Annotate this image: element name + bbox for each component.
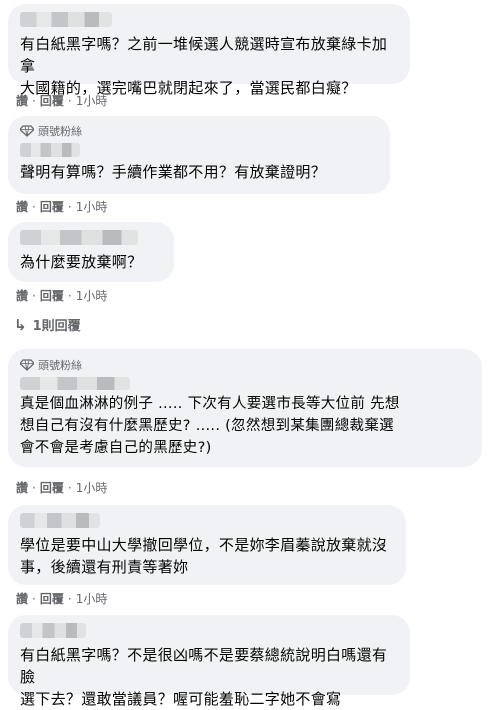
reply-button[interactable]: 回覆: [40, 590, 64, 607]
reply-button[interactable]: 回覆: [40, 287, 64, 304]
comment-bubble: 頭號粉絲 真是個血淋淋的例子 ..... 下次有人要選市長等大位前 先想 想自己…: [8, 349, 482, 467]
comment-bubble: 有白紙黑字嗎？不是很凶嗎不是要蔡總統說明白嗎還有臉 選下去？還敢當議員？喔可能羞…: [8, 615, 410, 708]
like-button[interactable]: 讚: [16, 92, 28, 109]
diamond-icon: [20, 359, 34, 371]
comment-actions: 讚 · 回覆 · 1小時: [16, 479, 108, 496]
comment-text: 有白紙黑字嗎？之前一堆候選人競選時宣布放棄綠卡加拿 大國籍的，選完嘴巴就閉起來了…: [20, 35, 388, 97]
commenter-name-blurred[interactable]: [20, 377, 130, 390]
comment-timestamp[interactable]: 1小時: [76, 92, 108, 109]
comment-text: 學位是要中山大學撤回學位，不是妳李眉蓁說放棄就沒 事，後續還有刑責等著妳: [20, 536, 388, 576]
comment-text: 聲明有算嗎？手續作業都不用？有放棄證明？: [20, 163, 327, 181]
reply-arrow-icon: ↳: [14, 315, 27, 334]
top-fan-badge: 頭號粉絲: [20, 123, 378, 139]
commenter-name-blurred[interactable]: [20, 623, 86, 638]
comment-timestamp[interactable]: 1小時: [76, 198, 108, 215]
comment-actions: 讚 · 回覆 · 1小時: [16, 287, 108, 304]
comment-text: 為什麼要放棄啊？: [20, 253, 143, 271]
reply-button[interactable]: 回覆: [40, 92, 64, 109]
like-button[interactable]: 讚: [16, 198, 28, 215]
view-replies-link[interactable]: ↳ 1則回覆: [14, 315, 81, 335]
reply-button[interactable]: 回覆: [40, 198, 64, 215]
top-fan-badge: 頭號粉絲: [20, 357, 470, 373]
reply-button[interactable]: 回覆: [40, 479, 64, 496]
like-button[interactable]: 讚: [16, 479, 28, 496]
comment-bubble: 學位是要中山大學撤回學位，不是妳李眉蓁說放棄就沒 事，後續還有刑責等著妳: [8, 505, 406, 585]
comment-timestamp[interactable]: 1小時: [76, 287, 108, 304]
comment-actions: 讚 · 回覆 · 1小時: [16, 198, 108, 215]
commenter-name-blurred[interactable]: [20, 230, 138, 245]
comment-timestamp[interactable]: 1小時: [76, 479, 108, 496]
comment-actions: 讚 · 回覆 · 1小時: [16, 590, 108, 607]
like-button[interactable]: 讚: [16, 287, 28, 304]
comment-text: 有白紙黑字嗎？不是很凶嗎不是要蔡總統說明白嗎還有臉 選下去？還敢當議員？喔可能羞…: [20, 646, 388, 708]
comment-bubble: 有白紙黑字嗎？之前一堆候選人競選時宣布放棄綠卡加拿 大國籍的，選完嘴巴就閉起來了…: [8, 4, 410, 97]
like-button[interactable]: 讚: [16, 590, 28, 607]
diamond-icon: [20, 125, 34, 137]
comment-text: 真是個血淋淋的例子 ..... 下次有人要選市長等大位前 先想 想自己有沒有什麼…: [20, 396, 400, 456]
comment-bubble: 頭號粉絲 聲明有算嗎？手續作業都不用？有放棄證明？: [8, 116, 390, 194]
comment-bubble: 為什麼要放棄啊？: [8, 222, 174, 282]
comment-timestamp[interactable]: 1小時: [76, 590, 108, 607]
commenter-name-blurred[interactable]: [20, 12, 112, 27]
commenter-name-blurred[interactable]: [20, 143, 80, 157]
comment-actions: 讚 · 回覆 · 1小時: [16, 92, 108, 109]
commenter-name-blurred[interactable]: [20, 513, 100, 528]
